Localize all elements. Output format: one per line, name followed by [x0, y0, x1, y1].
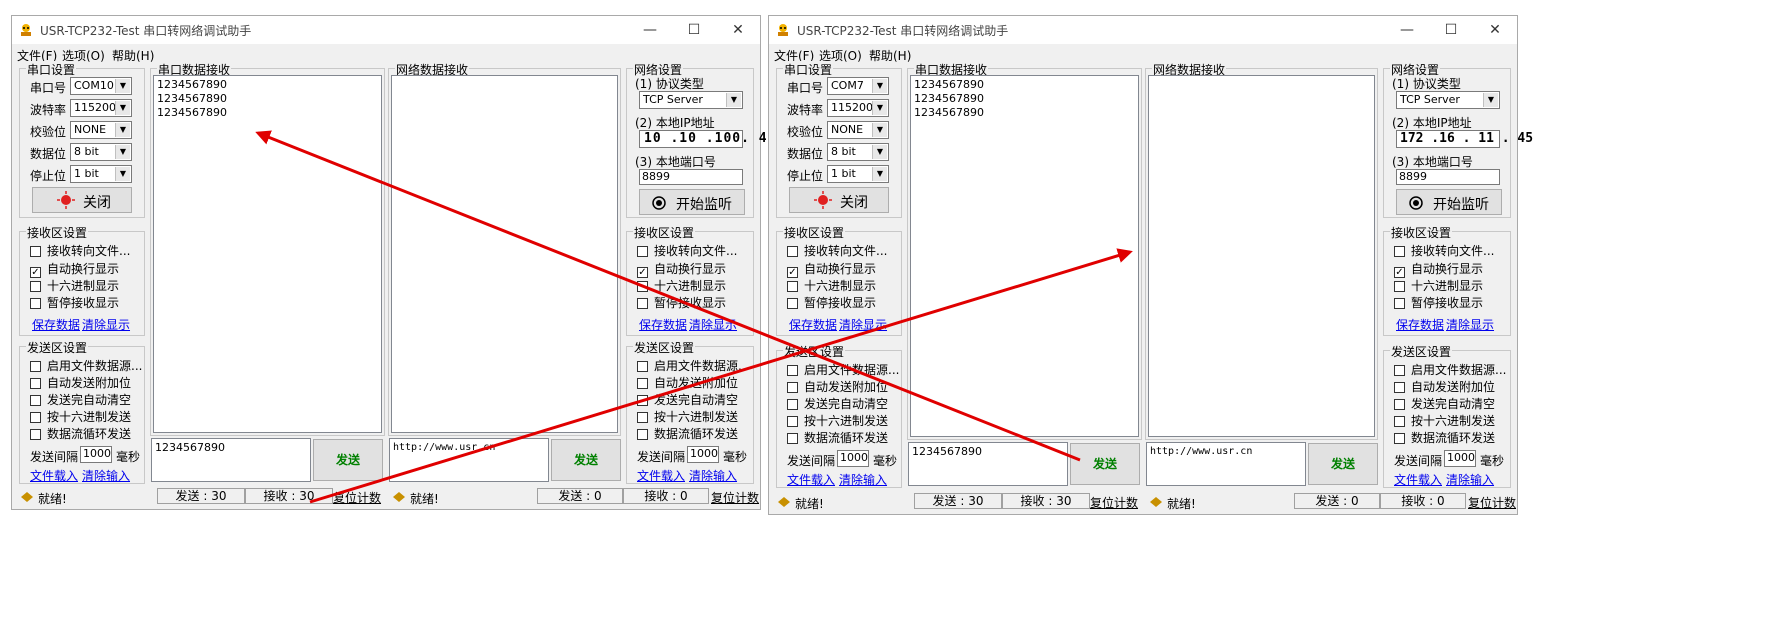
annotation-arrows	[255, 130, 1133, 504]
arrow-to-left-serial-rx	[255, 130, 1081, 462]
arrow-to-right-net-rx	[309, 248, 1133, 504]
